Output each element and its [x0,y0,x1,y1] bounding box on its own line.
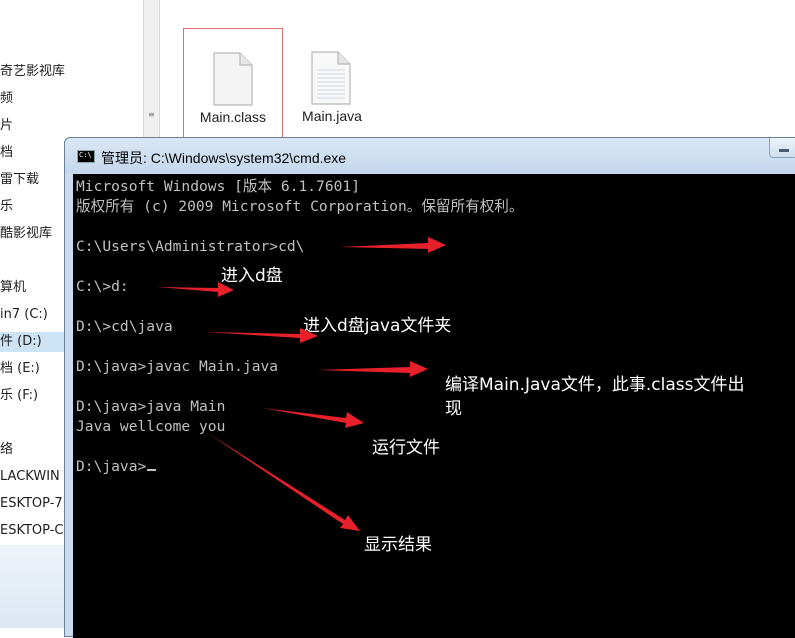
nav-item-pictures[interactable]: 片 [0,116,13,136]
annotation-enter-folder: 要进入文件夹 [457,241,559,261]
nav-item-drive-f[interactable]: 乐 (F:) [0,386,38,406]
console-prompt-line[interactable]: D:\java> [76,457,157,477]
nav-item-desktop-c[interactable]: ESKTOP-C [0,521,63,541]
annotation-enter-d: 进入d盘 [221,266,283,286]
console-line: D:\java>javac Main.java [76,358,279,375]
file-name-label: Main.class [199,109,267,125]
nav-item-drive-c[interactable]: in7 (C:) [0,305,48,325]
scrollbar-grip-icon[interactable]: ≡ [148,111,156,121]
text-cursor [147,469,157,471]
nav-item-iqiyi-library[interactable]: 奇艺影视库 [0,62,65,82]
console-line: 版权所有 (c) 2009 Microsoft Corporation。保留所有… [76,198,524,215]
nav-item-blackwin[interactable]: LACKWIN [0,467,60,487]
nav-item-videos[interactable]: 频 [0,89,13,109]
nav-item-kuku-library[interactable]: 酷影视库 [0,224,52,244]
file-name-label: Main.java [302,108,362,124]
console-line: Microsoft Windows [版本 6.1.7601] [76,178,360,195]
nav-item-computer[interactable]: 算机 [0,278,26,298]
text-file-icon [311,51,351,105]
file-main-java[interactable]: Main.java [282,28,382,138]
console-line: C:\Users\Administrator>cd\ [76,238,305,255]
console-line: C:\>d: [76,278,129,295]
minimize-button[interactable] [769,138,795,158]
annotation-compile-line1: 编译Main.Java文件，此事.class文件出 [445,375,745,395]
cmd-window-title: 管理员: C:\Windows\system32\cmd.exe [101,150,347,166]
console-line: D:\java>java Main [76,398,226,415]
console-line: Java wellcome you [76,418,226,435]
annotation-enter-java: 进入d盘java文件夹 [303,316,452,336]
nav-item-thunder-download[interactable]: 雷下载 [0,170,39,190]
console-line: D:\>cd\java [76,318,173,335]
nav-item-music[interactable]: 乐 [0,197,13,217]
nav-item-documents[interactable]: 档 [0,143,13,163]
annotation-compile-line2: 现 [445,399,462,419]
annotation-show-result: 显示结果 [364,535,432,555]
blank-file-icon [213,52,253,106]
file-main-class[interactable]: Main.class [183,28,283,138]
annotation-run-file: 运行文件 [372,438,440,458]
console-prompt: D:\java> [76,458,147,475]
minimize-icon [779,149,789,152]
console-output[interactable]: Microsoft Windows [版本 6.1.7601] 版权所有 (c)… [73,174,795,638]
cmd-app-icon[interactable]: C:\ [77,150,95,163]
nav-item-desktop-7[interactable]: ESKTOP-7 [0,494,63,514]
cmd-title-bar[interactable]: C:\ 管理员: C:\Windows\system32\cmd.exe [65,138,795,174]
nav-item-drive-e[interactable]: 档 (E:) [0,359,40,379]
nav-item-network[interactable]: 络 [0,440,13,460]
